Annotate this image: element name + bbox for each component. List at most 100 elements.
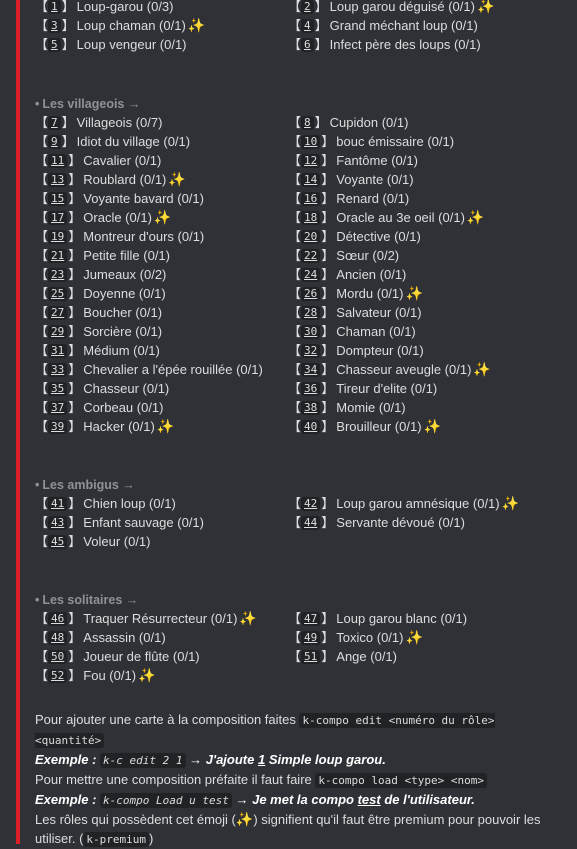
- role-label: Toxico (0/1): [336, 630, 404, 645]
- bracket-close: 】: [68, 248, 81, 263]
- role-entry: 【28】 Salvateur (0/1): [288, 303, 570, 322]
- role-label: Chasseur (0/1): [83, 381, 170, 396]
- bracket-close: 】: [321, 611, 334, 626]
- bracket-close: 】: [321, 153, 334, 168]
- bracket-open: 【: [288, 210, 301, 225]
- role-entry: 【6】 Infect père des loups (0/1): [288, 35, 570, 54]
- bracket-open: 【: [35, 649, 48, 664]
- role-number: 29: [48, 324, 68, 339]
- bracket-close: 】: [321, 134, 334, 149]
- bracket-close: 】: [68, 324, 81, 339]
- embed-accent-bar: [16, 0, 20, 844]
- section-title: • Les ambigus →: [35, 476, 570, 494]
- role-number: 17: [48, 210, 68, 225]
- bracket-close: 】: [68, 400, 81, 415]
- loups-list: 【1】 Loup-garou (0/3) 【2】 Loup garou déguisé…: [35, 0, 570, 54]
- role-label: Loup-garou (0/3): [76, 0, 174, 14]
- role-entry: 【24】 Ancien (0/1): [288, 265, 570, 284]
- role-number: 33: [48, 362, 68, 377]
- role-entry: 【44】 Servante dévoué (0/1): [288, 513, 570, 532]
- role-number: 28: [301, 305, 321, 320]
- bullet-icon: •: [35, 97, 40, 111]
- bracket-open: 【: [35, 324, 48, 339]
- role-entry: [288, 532, 570, 551]
- bracket-open: 【: [35, 630, 48, 645]
- role-number: 34: [301, 362, 321, 377]
- role-entry: 【7】 Villageois (0/7): [35, 113, 288, 132]
- role-entry: 【15】 Voyante bavard (0/1): [35, 189, 288, 208]
- role-grid: 【46】 Traquer Résurrecteur (0/1) ✨ 【47】 Loup …: [35, 609, 570, 685]
- role-entry: 【11】 Cavalier (0/1): [35, 151, 288, 170]
- role-number: 20: [301, 229, 321, 244]
- role-number: 40: [301, 419, 321, 434]
- sparkles-icon: ✨: [473, 361, 491, 377]
- bracket-open: 【: [288, 419, 301, 434]
- example-edit: Exemple : k-c edit 2 1 → J'ajoute 1 Simp…: [35, 750, 570, 770]
- bracket-open: 【: [288, 324, 301, 339]
- example-result-underline: test: [357, 792, 381, 807]
- role-number: 9: [48, 134, 61, 149]
- role-number: 35: [48, 381, 68, 396]
- bracket-close: 】: [61, 0, 75, 14]
- role-label: Idiot du village (0/1): [76, 134, 191, 149]
- bracket-open: 【: [35, 611, 48, 626]
- role-number: 10: [301, 134, 321, 149]
- role-entry: 【8】 Cupidon (0/1): [288, 113, 570, 132]
- role-number: 27: [48, 305, 68, 320]
- code-compo-load: k-compo load <type> <nom>: [315, 773, 487, 788]
- role-number: 44: [301, 515, 321, 530]
- role-entry: 【5】 Loup vengeur (0/1): [35, 35, 288, 54]
- bracket-open: 【: [35, 286, 48, 301]
- role-number: 36: [301, 381, 321, 396]
- role-entry: 【52】 Fou (0/1) ✨: [35, 666, 288, 685]
- sparkles-icon: ✨: [156, 418, 175, 434]
- bracket-close: 】: [68, 343, 81, 358]
- role-number: 39: [48, 419, 68, 434]
- bracket-close: 】: [68, 496, 81, 511]
- bracket-open: 【: [35, 18, 48, 33]
- role-entry: 【12】 Fantôme (0/1): [288, 151, 570, 170]
- role-entry: [288, 666, 570, 685]
- role-number: 31: [48, 343, 68, 358]
- bracket-close: 】: [68, 419, 81, 434]
- code-example-edit: k-c edit 2 1: [100, 753, 186, 768]
- role-entry: 【10】 bouc émissaire (0/1): [288, 132, 570, 151]
- role-label: Fantôme (0/1): [336, 153, 418, 168]
- role-label: Cupidon (0/1): [329, 115, 409, 130]
- role-entry: 【47】 Loup garou blanc (0/1): [288, 609, 570, 628]
- bracket-close: 】: [321, 210, 334, 225]
- role-number: 38: [301, 400, 321, 415]
- code-example-load: k-compo Load u test: [100, 793, 232, 808]
- role-label: Enfant sauvage (0/1): [83, 515, 204, 530]
- bracket-close: 】: [61, 18, 75, 33]
- help-text-load: Pour mettre une composition préfaite il …: [35, 772, 316, 787]
- role-number: 16: [301, 191, 321, 206]
- bracket-open: 【: [288, 611, 301, 626]
- role-number: 1: [48, 0, 61, 14]
- sparkles-icon: ✨: [239, 610, 257, 626]
- role-label: Oracle (0/1): [83, 210, 152, 225]
- role-label: Loup garou amnésique (0/1): [336, 496, 500, 511]
- role-label: bouc émissaire (0/1): [336, 134, 455, 149]
- role-number: 46: [48, 611, 68, 626]
- role-entry: 【42】 Loup garou amnésique (0/1) ✨: [288, 494, 570, 513]
- bracket-close: 】: [68, 210, 81, 225]
- bracket-close: 】: [314, 37, 328, 52]
- bracket-close: 】: [61, 115, 75, 130]
- role-label: Dompteur (0/1): [336, 343, 424, 358]
- role-label: Corbeau (0/1): [83, 400, 164, 415]
- role-entry: 【38】 Momie (0/1): [288, 398, 570, 417]
- bracket-open: 【: [288, 362, 301, 377]
- sparkles-icon: ✨: [501, 495, 520, 511]
- role-label: Brouilleur (0/1): [336, 419, 422, 434]
- role-label: Sorcière (0/1): [83, 324, 163, 339]
- bracket-close: 】: [321, 630, 334, 645]
- bracket-close: 】: [321, 248, 334, 263]
- sparkles-icon: ✨: [405, 629, 423, 645]
- example-result-a: Je met la compo: [252, 792, 358, 807]
- role-number: 7: [48, 115, 61, 130]
- section-title-text: Les solitaires →: [42, 593, 139, 607]
- bracket-open: 【: [288, 496, 301, 511]
- role-number: 47: [301, 611, 321, 626]
- bracket-open: 【: [288, 267, 301, 282]
